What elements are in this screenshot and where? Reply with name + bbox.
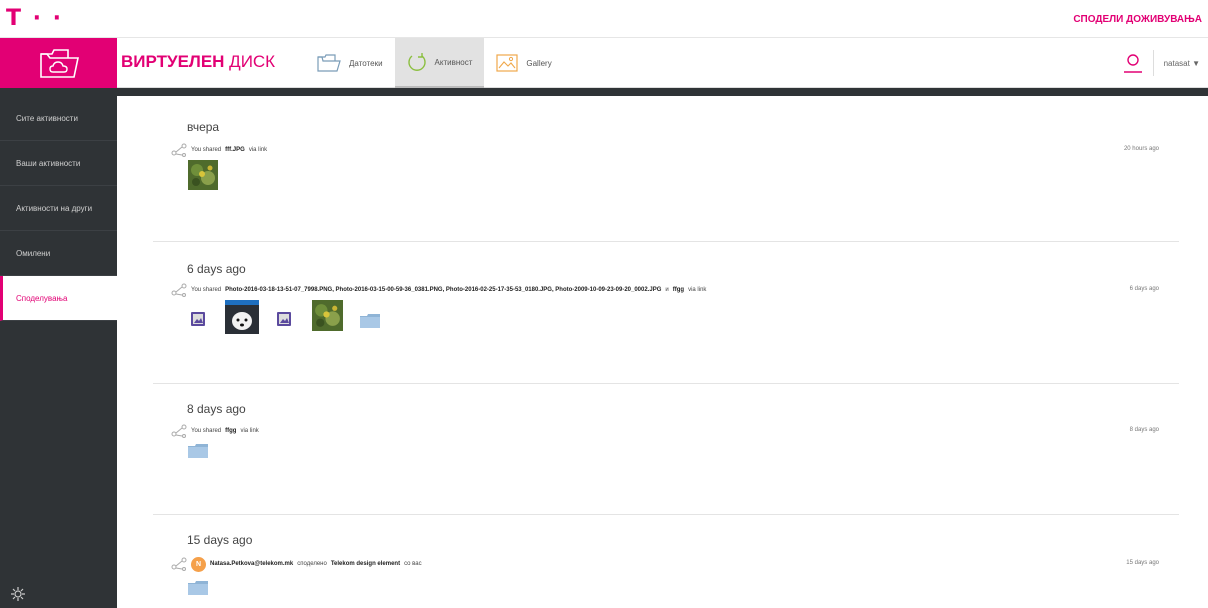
cloud-folder-icon xyxy=(39,49,79,78)
activity-group: 8 days ago You shared ffgg via link 8 da… xyxy=(153,384,1179,515)
shared-folder-link[interactable]: Telekom design element xyxy=(331,561,400,567)
group-date: 15 days ago xyxy=(187,533,253,547)
avatar[interactable]: N xyxy=(191,556,206,572)
activity-feed: вчера You shared fff.JPG via link 20 hou… xyxy=(117,96,1208,608)
activity-entry: You shared Photo-2016-03-18-13-51-07_799… xyxy=(171,282,706,298)
entry-time: 20 hours ago xyxy=(1123,146,1159,152)
tab-files[interactable]: Датотеки xyxy=(305,38,395,88)
activity-group: вчера You shared fff.JPG via link 20 hou… xyxy=(153,96,1179,242)
slogan-link[interactable]: СПОДЕЛИ ДОЖИВУВАЊА xyxy=(1073,14,1202,25)
activity-entry: You shared fff.JPG via link xyxy=(171,142,267,158)
sidebar-item-label: Ваши активности xyxy=(16,158,81,168)
shared-file-link[interactable]: fff.JPG xyxy=(225,147,245,153)
sidebar-item-label: Споделувања xyxy=(16,293,68,303)
entry-prefix: You shared xyxy=(191,287,222,293)
entry-suffix: via link xyxy=(688,287,707,293)
telekom-logo[interactable]: T · · xyxy=(6,6,63,31)
entry-prefix: You shared xyxy=(191,147,222,153)
folder-icon xyxy=(317,54,341,72)
image-file-icon[interactable] xyxy=(191,312,205,326)
entry-shared: споделено xyxy=(297,561,327,567)
photo-thumbnail[interactable] xyxy=(312,300,343,331)
entry-time: 15 days ago xyxy=(1126,560,1159,566)
sidebar-item-label: Омилени xyxy=(16,248,51,258)
user-separator xyxy=(1152,50,1154,76)
sidebar-item-all-activities[interactable]: Сите активности xyxy=(0,96,117,141)
group-date: 6 days ago xyxy=(187,262,246,276)
shared-files-link[interactable]: Photo-2016-03-18-13-51-07_7998.PNG, Phot… xyxy=(225,287,661,293)
entry-time: 8 days ago xyxy=(1129,427,1159,433)
group-date: 8 days ago xyxy=(187,402,246,416)
photo-thumbnail[interactable] xyxy=(225,300,259,334)
shared-folder-link[interactable]: ffgg xyxy=(673,287,684,293)
app-title-light: ДИСК xyxy=(224,52,276,71)
sidebar-item-favorites[interactable]: Омилени xyxy=(0,231,117,276)
entry-suffix: со вас xyxy=(404,561,422,567)
cloud-folder-logo[interactable] xyxy=(0,38,117,88)
image-file-icon[interactable] xyxy=(277,312,291,326)
activity-entry: You shared ffgg via link xyxy=(171,423,259,439)
share-icon xyxy=(171,424,187,438)
header-strip xyxy=(0,88,1208,96)
tab-files-label: Датотеки xyxy=(349,58,383,68)
tab-activity[interactable]: Активност xyxy=(394,38,485,88)
folder-icon[interactable] xyxy=(188,444,208,458)
photo-thumbnail[interactable] xyxy=(188,160,218,190)
activity-group: 6 days ago You shared Photo-2016-03-18-1… xyxy=(153,242,1179,384)
settings-button[interactable] xyxy=(11,587,25,606)
app-header: ВИРТУЕЛЕН ДИСК Датотеки Активност Galler… xyxy=(0,38,1208,88)
share-icon xyxy=(171,143,187,157)
group-date: вчера xyxy=(187,120,220,134)
folder-icon[interactable] xyxy=(360,314,380,328)
shared-folder-link[interactable]: ffgg xyxy=(225,428,236,434)
tab-gallery-label: Gallery xyxy=(526,58,552,68)
activity-entry: N Natasa.Petkova@telekom.mk споделено Te… xyxy=(171,556,422,572)
sidebar-item-your-activities[interactable]: Ваши активности xyxy=(0,141,117,186)
sidebar-item-label: Активности на други xyxy=(16,203,93,213)
main-tabs: Датотеки Активност Gallery xyxy=(305,38,564,88)
user-email[interactable]: Natasa.Petkova@telekom.mk xyxy=(210,561,293,567)
sidebar-item-shares[interactable]: Споделувања xyxy=(0,276,117,321)
activity-group: 15 days ago N Natasa.Petkova@telekom.mk … xyxy=(153,515,1179,608)
entry-suffix: via link xyxy=(240,428,259,434)
sidebar-item-label: Сите активности xyxy=(16,113,78,123)
share-icon xyxy=(171,557,187,571)
user-icon xyxy=(1123,54,1142,73)
entry-time: 6 days ago xyxy=(1129,286,1159,292)
image-icon xyxy=(496,54,518,72)
gear-icon xyxy=(11,587,25,601)
entry-prefix: You shared xyxy=(191,428,222,434)
username[interactable]: natasat ▼ xyxy=(1164,59,1200,68)
sidebar-item-others-activities[interactable]: Активности на други xyxy=(0,186,117,231)
sidebar: Сите активности Ваши активности Активнос… xyxy=(0,96,117,608)
tab-activity-label: Активност xyxy=(434,57,473,67)
app-title-bold: ВИРТУЕЛЕН xyxy=(121,52,225,71)
folder-icon[interactable] xyxy=(188,581,208,595)
top-bar: T · · СПОДЕЛИ ДОЖИВУВАЊА xyxy=(0,0,1208,38)
app-title: ВИРТУЕЛЕН ДИСК xyxy=(121,52,275,72)
user-menu[interactable]: natasat ▼ xyxy=(1123,38,1200,88)
tab-gallery[interactable]: Gallery xyxy=(484,38,563,88)
share-icon xyxy=(171,283,187,297)
entry-and: и xyxy=(665,287,669,293)
entry-suffix: via link xyxy=(248,147,268,153)
refresh-icon xyxy=(407,53,426,71)
